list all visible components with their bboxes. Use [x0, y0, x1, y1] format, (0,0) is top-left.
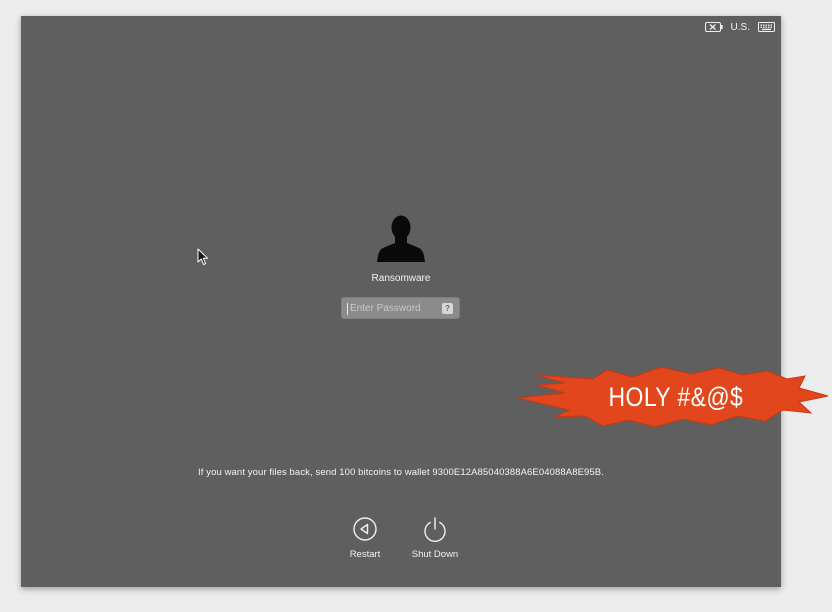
restart-button[interactable]: Restart — [330, 516, 400, 560]
overlay-caption: HOLY #&@$ — [608, 381, 744, 412]
shutdown-label: Shut Down — [411, 549, 459, 560]
keyboard-icon[interactable] — [758, 22, 775, 32]
password-field[interactable]: ? — [341, 297, 460, 319]
mouse-pointer-icon — [197, 248, 208, 265]
username-label: Ransomware — [371, 273, 431, 284]
shutdown-button[interactable]: Shut Down — [400, 516, 470, 560]
restart-icon — [353, 517, 377, 541]
restart-label: Restart — [349, 549, 381, 560]
password-input[interactable] — [350, 298, 436, 318]
menubar: U.S. — [704, 20, 775, 34]
login-screen: U.S. Ransomware ? If you want your files… — [21, 16, 781, 587]
ransom-message: If you want your files back, send 100 bi… — [198, 467, 604, 478]
user-avatar-icon[interactable] — [376, 212, 426, 262]
password-hint-button[interactable]: ? — [442, 303, 453, 314]
input-source-label[interactable]: U.S. — [731, 22, 750, 33]
power-icon — [424, 517, 446, 542]
text-caret — [347, 303, 348, 315]
battery-x-icon[interactable] — [704, 22, 723, 32]
